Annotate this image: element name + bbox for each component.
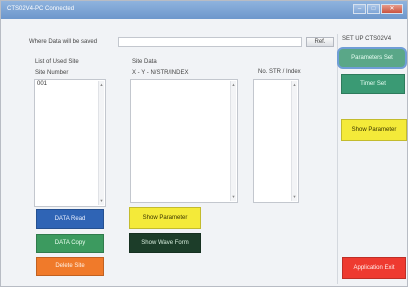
close-button[interactable]: ✕	[381, 4, 403, 14]
window-title: CTS02V4-PC Connected	[7, 6, 75, 12]
str-index-list[interactable]: ▲ ▼	[253, 79, 299, 203]
str-index-header: No. STR / Index	[258, 69, 301, 75]
scroll-up-icon[interactable]: ▲	[99, 82, 104, 88]
setup-heading: SET UP CTS02V4	[342, 36, 392, 42]
application-exit-button[interactable]: Application Exit	[342, 257, 406, 279]
delete-site-button[interactable]: Delete Site	[36, 257, 104, 276]
save-path-label: Where Data will be saved	[29, 39, 98, 45]
data-copy-button[interactable]: DATA Copy	[36, 234, 104, 253]
window-controls: – □ ✕	[353, 4, 403, 15]
site-number-header: Site Number	[35, 70, 69, 76]
minimize-button[interactable]: –	[353, 4, 366, 14]
maximize-button[interactable]: □	[367, 4, 380, 14]
scroll-down-icon[interactable]: ▼	[99, 198, 104, 204]
save-path-input[interactable]	[118, 37, 302, 47]
side-show-parameter-button[interactable]: Show Parameter	[341, 119, 407, 141]
scroll-down-icon[interactable]: ▼	[292, 194, 297, 200]
list-item[interactable]: 001	[37, 81, 47, 87]
site-data-columns: X - Y - N/STR/INDEX	[132, 70, 189, 76]
site-data-list[interactable]: ▲ ▼	[130, 79, 238, 203]
app-window: CTS02V4-PC Connected – □ ✕ Where Data wi…	[0, 0, 408, 287]
site-data-heading: Site Data	[132, 59, 157, 65]
show-wave-form-button[interactable]: Show Wave Form	[129, 233, 201, 253]
data-read-button[interactable]: DATA Read	[36, 209, 104, 229]
scroll-up-icon[interactable]: ▲	[292, 82, 297, 88]
str-index-scrollbar[interactable]: ▲ ▼	[291, 81, 297, 201]
used-sites-list[interactable]: 001 ▲ ▼	[34, 79, 106, 207]
title-bar: CTS02V4-PC Connected – □ ✕	[1, 1, 407, 19]
used-sites-heading: List of Used Site	[35, 59, 79, 65]
scroll-up-icon[interactable]: ▲	[231, 82, 236, 88]
scroll-down-icon[interactable]: ▼	[231, 194, 236, 200]
side-panel-divider	[337, 34, 338, 284]
parameters-set-button[interactable]: Parameters Set	[337, 47, 407, 69]
ref-button[interactable]: Ref.	[306, 37, 334, 47]
used-sites-scrollbar[interactable]: ▲ ▼	[98, 81, 104, 205]
show-parameter-button[interactable]: Show Parameter	[129, 207, 201, 229]
site-data-scrollbar[interactable]: ▲ ▼	[230, 81, 236, 201]
timer-set-button[interactable]: Timer Set	[341, 74, 405, 94]
